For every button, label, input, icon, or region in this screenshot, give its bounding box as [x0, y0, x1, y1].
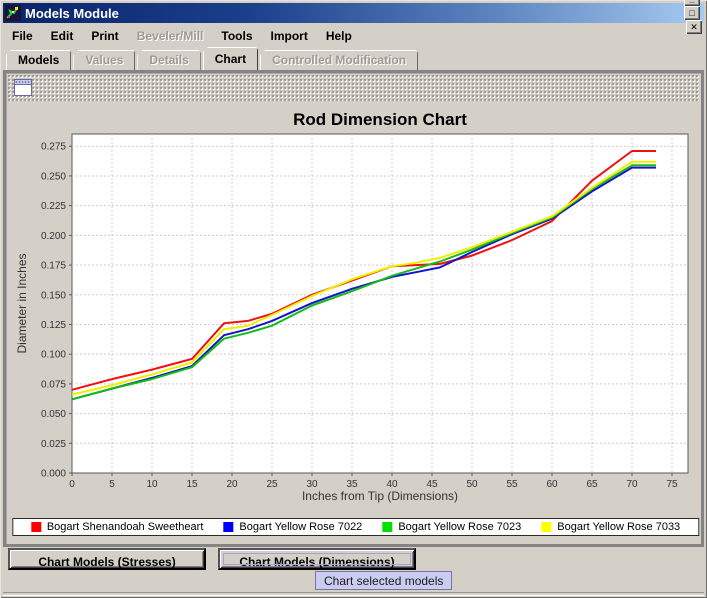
menu-file[interactable]: File: [3, 27, 42, 45]
svg-text:Inches from Tip (Dimensions): Inches from Tip (Dimensions): [302, 489, 458, 503]
tab-values: Values: [73, 50, 135, 70]
svg-text:0: 0: [69, 479, 75, 490]
svg-text:0.125: 0.125: [41, 320, 66, 331]
svg-text:65: 65: [586, 479, 598, 490]
menu-bar: FileEditPrintBeveler/MillToolsImportHelp: [3, 25, 704, 46]
menu-edit[interactable]: Edit: [42, 27, 83, 45]
tab-controlled-modification: Controlled Modification: [260, 50, 418, 70]
svg-text:0.150: 0.150: [41, 290, 66, 301]
legend-item: Bogart Shenandoah Sweetheart: [31, 521, 204, 533]
svg-text:0.175: 0.175: [41, 261, 66, 272]
legend-item: Bogart Yellow Rose 7023: [382, 521, 521, 533]
svg-text:15: 15: [186, 479, 198, 490]
legend-label: Bogart Yellow Rose 7022: [239, 521, 362, 533]
menu-print[interactable]: Print: [82, 27, 127, 45]
chart-panel: Rod Dimension Chart 0.000 0.025 0.050 0.075 0…: [12, 106, 699, 541]
svg-text:0.275: 0.275: [41, 142, 66, 153]
svg-text:25: 25: [266, 479, 278, 490]
svg-text:Diameter in Inches: Diameter in Inches: [15, 253, 29, 353]
tab-bar: ModelsValuesDetailsChartControlled Modif…: [6, 47, 420, 70]
internal-frame-icon[interactable]: [14, 79, 32, 96]
svg-text:75: 75: [666, 479, 678, 490]
app-icon: [5, 5, 21, 21]
legend-swatch: [223, 522, 233, 532]
models-module-window: Models Module _□✕ FileEditPrintBeveler/M…: [0, 0, 707, 598]
svg-text:20: 20: [226, 479, 238, 490]
svg-text:0.250: 0.250: [41, 171, 66, 182]
dimension-chart: Rod Dimension Chart 0.000 0.025 0.050 0.075 0…: [12, 106, 699, 509]
svg-text:0.025: 0.025: [41, 439, 66, 450]
legend-label: Bogart Shenandoah Sweetheart: [47, 521, 204, 533]
svg-text:70: 70: [626, 479, 638, 490]
legend-label: Bogart Yellow Rose 7023: [398, 521, 521, 533]
maximize-button[interactable]: □: [684, 6, 700, 20]
svg-text:0.000: 0.000: [41, 469, 66, 480]
window-title: Models Module: [25, 6, 682, 21]
svg-text:60: 60: [546, 479, 558, 490]
legend-item: Bogart Yellow Rose 7033: [541, 521, 680, 533]
menu-import[interactable]: Import: [262, 27, 317, 45]
svg-text:0.075: 0.075: [41, 379, 66, 390]
chart-models-dimensions-label: Chart Models (Dimensions): [239, 555, 394, 569]
chart-models-dimensions-button[interactable]: Chart Models (Dimensions): [218, 548, 416, 570]
content-panel: Rod Dimension Chart 0.000 0.025 0.050 0.075 0…: [3, 70, 704, 547]
svg-text:0.050: 0.050: [41, 409, 66, 420]
tab-chart[interactable]: Chart: [203, 47, 258, 70]
legend-swatch: [541, 522, 551, 532]
bottom-groove: [3, 592, 704, 596]
svg-text:55: 55: [506, 479, 518, 490]
svg-text:5: 5: [109, 479, 115, 490]
toolbar-drag-texture: [8, 75, 699, 101]
svg-text:Rod Dimension Chart: Rod Dimension Chart: [293, 110, 467, 129]
menu-beveler-mill: Beveler/Mill: [128, 27, 213, 45]
svg-text:0.225: 0.225: [41, 201, 66, 212]
menu-tools[interactable]: Tools: [212, 27, 261, 45]
chart-legend: Bogart Shenandoah Sweetheart Bogart Yello…: [12, 518, 699, 536]
window-titlebar[interactable]: Models Module _□✕: [3, 3, 704, 23]
legend-swatch: [382, 522, 392, 532]
chart-selected-models-tooltip: Chart selected models: [315, 571, 452, 590]
svg-text:0.100: 0.100: [41, 350, 66, 361]
svg-text:10: 10: [146, 479, 158, 490]
chart-models-stresses-button[interactable]: Chart Models (Stresses): [8, 548, 206, 570]
legend-swatch: [31, 522, 41, 532]
tab-details: Details: [137, 50, 200, 70]
tab-models[interactable]: Models: [6, 50, 71, 70]
legend-label: Bogart Yellow Rose 7033: [557, 521, 680, 533]
legend-item: Bogart Yellow Rose 7022: [223, 521, 362, 533]
svg-text:0.200: 0.200: [41, 231, 66, 242]
svg-text:50: 50: [466, 479, 478, 490]
menu-help[interactable]: Help: [317, 27, 361, 45]
